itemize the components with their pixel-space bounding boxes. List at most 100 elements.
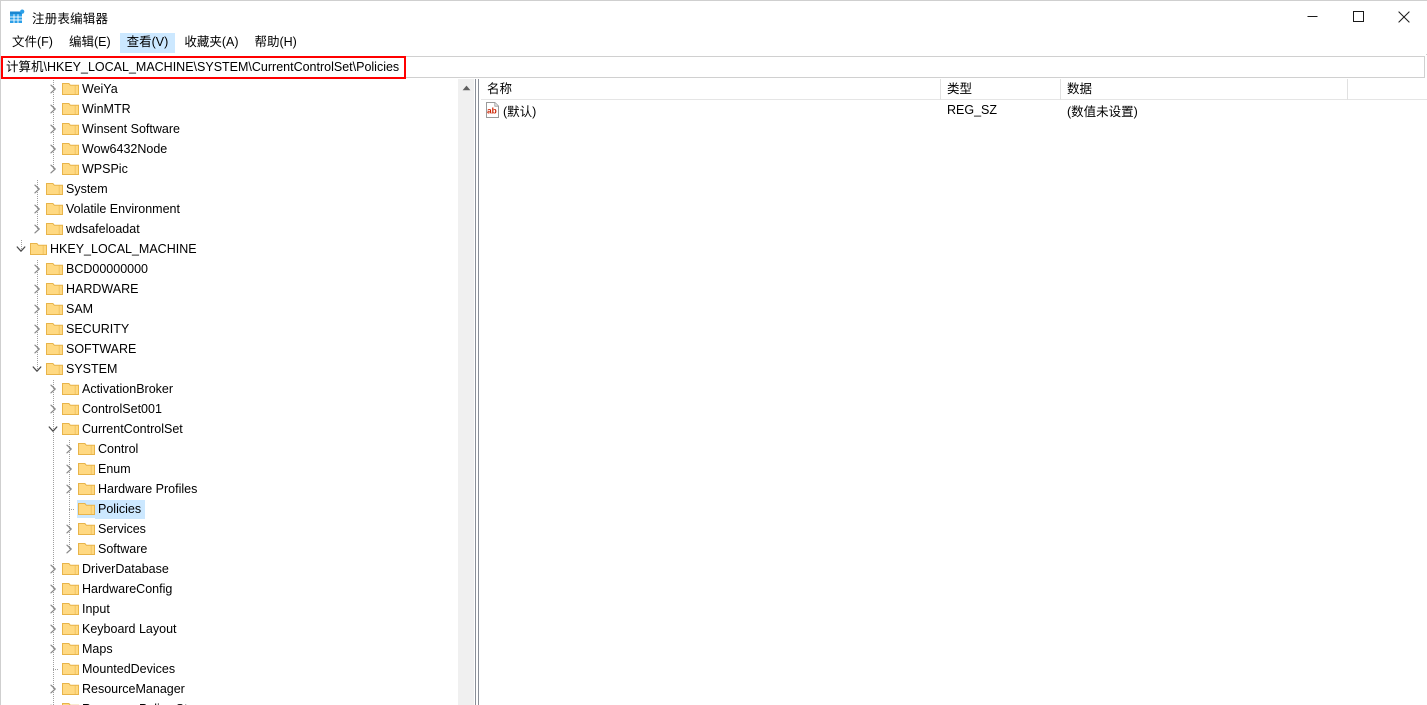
tree-item-label: DriverDatabase [82, 561, 169, 576]
tree-item-label: HardwareConfig [82, 581, 173, 596]
tree-item-services[interactable]: Services [1, 519, 456, 539]
chevron-right-icon[interactable] [45, 641, 61, 657]
tree-item-keyboard-layout[interactable]: Keyboard Layout [1, 619, 456, 639]
folder-icon [61, 560, 79, 578]
tree-item-hardware[interactable]: HARDWARE [1, 279, 456, 299]
chevron-right-icon[interactable] [45, 381, 61, 397]
tree-item-label: WPSPic [82, 161, 128, 176]
table-row[interactable]: ab (默认) REG_SZ (数值未设置) [481, 100, 1427, 120]
tree-item-driverdatabase[interactable]: DriverDatabase [1, 559, 456, 579]
tree-item-system[interactable]: SYSTEM [1, 359, 456, 379]
folder-icon [61, 160, 79, 178]
chevron-right-icon[interactable] [29, 221, 45, 237]
chevron-right-icon[interactable] [61, 521, 77, 537]
tree-item-mounteddevices[interactable]: MountedDevices [1, 659, 456, 679]
tree-item-label: Policies [95, 499, 146, 519]
close-button[interactable] [1381, 1, 1427, 32]
chevron-right-icon[interactable] [45, 581, 61, 597]
minimize-button[interactable] [1289, 1, 1335, 32]
pane-splitter[interactable] [475, 79, 479, 705]
chevron-right-icon[interactable] [29, 181, 45, 197]
tree-item-hardwareconfig[interactable]: HardwareConfig [1, 579, 456, 599]
registry-tree-pane: WeiYa WinMTR Winsent Software Wow6432Node WP… [1, 79, 456, 705]
tree-item-software[interactable]: SOFTWARE [1, 339, 456, 359]
value-name-text: (默认) [503, 104, 537, 119]
chevron-down-icon[interactable] [13, 241, 29, 257]
folder-icon [61, 600, 79, 618]
value-name-cell: ab (默认) [481, 101, 941, 120]
folder-icon [45, 340, 63, 358]
tree-item-input[interactable]: Input [1, 599, 456, 619]
tree-item-resource-policy-st[interactable]: Resource Policy St [1, 699, 456, 705]
chevron-right-icon[interactable] [29, 301, 45, 317]
tree-item-winsent-software[interactable]: Winsent Software [1, 119, 456, 139]
tree-item-hkey-local-machine[interactable]: HKEY_LOCAL_MACHINE [1, 239, 456, 259]
menu-favorites[interactable]: 收藏夹(A) [177, 33, 245, 53]
folder-icon [45, 220, 63, 238]
chevron-right-icon[interactable] [29, 201, 45, 217]
tree-item-security[interactable]: SECURITY [1, 319, 456, 339]
chevron-right-icon[interactable] [45, 681, 61, 697]
chevron-right-icon[interactable] [45, 141, 61, 157]
chevron-right-icon[interactable] [29, 281, 45, 297]
chevron-down-icon[interactable] [45, 421, 61, 437]
tree-item-system[interactable]: System [1, 179, 456, 199]
tree-item-controlset001[interactable]: ControlSet001 [1, 399, 456, 419]
tree-item-currentcontrolset[interactable]: CurrentControlSet [1, 419, 456, 439]
menu-view[interactable]: 查看(V) [119, 33, 176, 53]
chevron-right-icon[interactable] [45, 601, 61, 617]
chevron-right-icon[interactable] [61, 481, 77, 497]
tree-item-bcd00000000[interactable]: BCD00000000 [1, 259, 456, 279]
chevron-right-icon[interactable] [29, 341, 45, 357]
maximize-button[interactable] [1335, 1, 1381, 32]
menu-edit[interactable]: 编辑(E) [62, 33, 118, 53]
chevron-right-icon[interactable] [61, 441, 77, 457]
folder-icon [61, 680, 79, 698]
tree-item-label: Maps [82, 641, 113, 656]
tree-item-label: SAM [66, 301, 94, 316]
chevron-right-icon[interactable] [45, 561, 61, 577]
chevron-right-icon[interactable] [45, 101, 61, 117]
tree-item-wdsafeloadat[interactable]: wdsafeloadat [1, 219, 456, 239]
chevron-right-icon[interactable] [61, 541, 77, 557]
menu-help[interactable]: 帮助(H) [247, 33, 303, 53]
tree-item-wpspic[interactable]: WPSPic [1, 159, 456, 179]
chevron-right-icon[interactable] [45, 621, 61, 637]
tree-item-wow6432node[interactable]: Wow6432Node [1, 139, 456, 159]
tree-item-winmtr[interactable]: WinMTR [1, 99, 456, 119]
column-name[interactable]: 名称 [481, 79, 941, 100]
chevron-down-icon[interactable] [29, 361, 45, 377]
chevron-right-icon[interactable] [45, 701, 61, 705]
tree-vertical-scrollbar[interactable] [457, 79, 474, 705]
chevron-right-icon[interactable] [45, 121, 61, 137]
chevron-right-icon[interactable] [29, 321, 45, 337]
tree-item-sam[interactable]: SAM [1, 299, 456, 319]
tree-item-hardware-profiles[interactable]: Hardware Profiles [1, 479, 456, 499]
column-type[interactable]: 类型 [941, 79, 1061, 100]
folder-icon [29, 240, 47, 258]
menu-file[interactable]: 文件(F) [5, 33, 60, 53]
tree-item-label: Hardware Profiles [98, 481, 198, 496]
chevron-right-icon[interactable] [29, 261, 45, 277]
tree-item-resourcemanager[interactable]: ResourceManager [1, 679, 456, 699]
tree-item-volatile-environment[interactable]: Volatile Environment [1, 199, 456, 219]
chevron-right-icon[interactable] [45, 161, 61, 177]
scroll-up-icon[interactable] [458, 79, 475, 96]
tree-item-weiya[interactable]: WeiYa [1, 79, 456, 99]
folder-icon [77, 520, 95, 538]
tree-item-software[interactable]: Software [1, 539, 456, 559]
registry-tree: WeiYa WinMTR Winsent Software Wow6432Node WP… [1, 79, 456, 705]
address-input[interactable]: 计算机\HKEY_LOCAL_MACHINE\SYSTEM\CurrentCon… [2, 56, 1425, 78]
tree-item-enum[interactable]: Enum [1, 459, 456, 479]
chevron-right-icon[interactable] [45, 401, 61, 417]
tree-item-maps[interactable]: Maps [1, 639, 456, 659]
chevron-right-icon[interactable] [45, 81, 61, 97]
tree-item-label: Volatile Environment [66, 201, 180, 216]
column-data[interactable]: 数据 [1061, 79, 1348, 100]
tree-item-control[interactable]: Control [1, 439, 456, 459]
tree-item-policies[interactable]: Policies [1, 499, 456, 519]
chevron-right-icon[interactable] [61, 461, 77, 477]
tree-item-activationbroker[interactable]: ActivationBroker [1, 379, 456, 399]
tree-item-label: Resource Policy St [79, 700, 192, 705]
